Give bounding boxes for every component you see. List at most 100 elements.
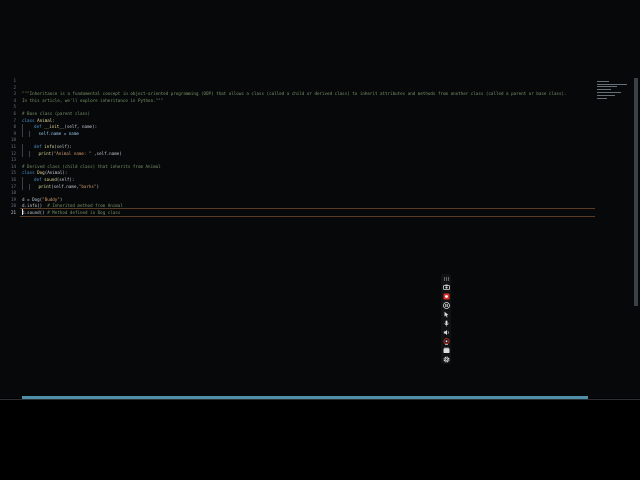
line-number: 1 [13, 78, 16, 83]
function-name: info [44, 144, 55, 149]
annotate-icon[interactable] [442, 346, 450, 354]
line-number: 15 [10, 170, 16, 176]
line-number: 6 [13, 111, 16, 116]
minimap-line [597, 81, 609, 82]
speaker-icon[interactable] [442, 328, 450, 336]
code-line-5: # Base class (parent class) [22, 111, 90, 118]
line-number: 14 [10, 163, 16, 169]
code-line-13: # Derived class (child class) that inher… [22, 164, 161, 171]
comment: # Base class (parent class) [22, 111, 91, 116]
minimap-line [597, 98, 607, 99]
args: ) [96, 183, 100, 189]
code-line-3: In this article, we'll explore inheritan… [22, 98, 163, 105]
record-icon[interactable] [442, 292, 450, 300]
keyword: class [22, 117, 35, 123]
statement: ) [59, 196, 63, 202]
class-name: Dog [37, 170, 45, 176]
keyword: def [34, 144, 42, 149]
indent-guide [22, 183, 29, 191]
line-number: 11 [10, 144, 16, 149]
camera-icon[interactable] [442, 283, 450, 291]
microphone-icon[interactable] [442, 319, 450, 327]
panel-divider [0, 399, 640, 400]
line-number: 12 [10, 150, 16, 156]
string-literal: "barks" [78, 183, 97, 189]
minimap-line [597, 89, 611, 90]
line-number: 7 [13, 117, 16, 123]
indent-guide [22, 144, 29, 151]
keyword: def [34, 124, 42, 130]
statement: d.sound() [22, 210, 45, 215]
minimap-line [597, 95, 615, 96]
pause-icon[interactable] [442, 301, 450, 309]
line-number: 10 [10, 137, 16, 143]
statement: self.name = name [38, 130, 79, 136]
function-name: print [38, 150, 52, 156]
settings-icon[interactable] [442, 355, 450, 363]
minimap[interactable] [597, 80, 635, 102]
line-number: 3 [13, 91, 16, 97]
statement: d = Dog( [22, 196, 43, 202]
code-line-2: """Inheritance is a fundamental concept … [22, 91, 567, 98]
comment: # Derived class (child class) that inher… [22, 163, 161, 169]
string-literal: "Buddy" [42, 196, 60, 202]
line-number: 20 [10, 203, 16, 209]
indent-guide [22, 150, 29, 158]
string-literal: "Animal name: " [53, 150, 92, 156]
line-number: 9 [13, 130, 16, 136]
keyword: class [22, 170, 35, 176]
code-line-11: print("Animal name: " ,self.name) [22, 150, 122, 158]
docstring: """Inheritance is a fundamental concept … [22, 91, 567, 97]
indent-guide [29, 130, 36, 138]
class-name: Animal [37, 117, 53, 123]
indent-guide [22, 130, 29, 138]
line-number: 19 [10, 196, 16, 202]
code-line-10: def info(self): [22, 144, 72, 151]
text-cursor [22, 209, 23, 215]
code-line-20: d.sound() # Method defined in Dog class [22, 210, 120, 217]
indent-guide [29, 183, 36, 191]
line-number: 5 [13, 104, 16, 110]
code-line-6: class Animal: [22, 117, 55, 123]
code-line-8: self.name = name [22, 130, 79, 138]
comment: # Method defined in Dog class [47, 210, 121, 215]
line-number: 17 [10, 183, 16, 189]
code-line-7: def __init__(self, name): [22, 124, 97, 131]
minimap-line [597, 86, 617, 87]
params: (self): [54, 144, 72, 149]
drag-handle-icon[interactable] [442, 275, 450, 283]
minimap-line [597, 92, 621, 93]
line-number: 16 [10, 177, 16, 182]
pointer-icon[interactable] [442, 310, 450, 318]
comment: # Inherited method from Animal [47, 203, 123, 209]
webcam-icon[interactable] [442, 337, 450, 345]
line-number: 13 [10, 157, 16, 163]
docstring: In this article, we'll explore inheritan… [22, 97, 164, 103]
line-number: 4 [13, 97, 16, 103]
args: ,self.name) [91, 150, 122, 156]
function-name: __init__ [44, 124, 65, 130]
minimap-line [597, 84, 627, 85]
indent-guide [22, 124, 29, 131]
line-number: 21 [10, 210, 16, 215]
params: (self): [56, 177, 75, 182]
line-number: 2 [13, 84, 16, 90]
line-number: 18 [10, 190, 16, 196]
statement: d.info() [22, 203, 43, 209]
indent-guide [29, 150, 36, 158]
code-line-14: class Dog(Animal): [22, 170, 67, 177]
vertical-scrollbar[interactable] [634, 78, 638, 306]
code-line-16: print(self.name,"barks") [22, 183, 100, 191]
indent-guide [22, 177, 29, 184]
args: (self.name, [51, 183, 79, 189]
base-class: (Animal): [44, 170, 68, 176]
line-number: 8 [13, 124, 16, 130]
code-line-18: d = Dog("Buddy") [22, 197, 62, 204]
code-editor[interactable]: 1 2 3 4 5 6 7 8 9 10 11 12 13 14 15 16 17 18 19 20 21 """Inh… [0, 0, 640, 400]
code-line-19: d.info() # Inherited method from Animal [22, 203, 123, 210]
function-name: sound [44, 177, 57, 182]
function-name: print [38, 183, 52, 189]
params: (self, name): [64, 124, 98, 130]
recording-toolbar [441, 274, 451, 364]
keyword: def [34, 177, 42, 182]
